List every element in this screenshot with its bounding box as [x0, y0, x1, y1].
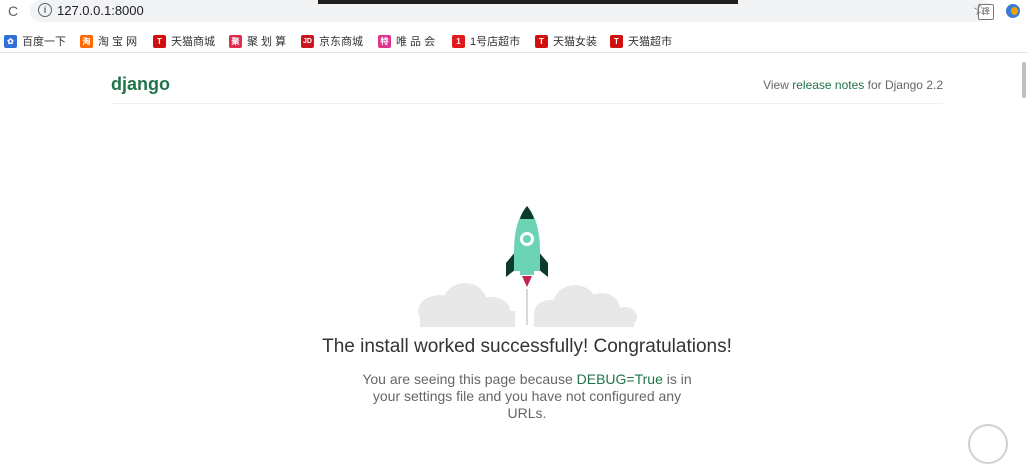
bookmark-juhuasuan[interactable]: 聚 聚 划 算: [229, 33, 286, 49]
bookmark-vip[interactable]: 特 唯 品 会: [378, 33, 435, 49]
success-heading: The install worked successfully! Congrat…: [322, 336, 732, 357]
bookmark-label: 百度一下: [22, 36, 66, 48]
bookmark-label: 1号店超市: [470, 36, 521, 48]
page-content: django View release notes for Django 2.2: [0, 56, 1020, 464]
release-prefix: View: [763, 78, 793, 92]
browser-toolbar: C i 127.0.0.1:8000 译 ☆: [0, 0, 1028, 24]
tmall-women-icon: T: [535, 34, 548, 48]
debug-setting: DEBUG=True: [576, 371, 663, 387]
bookmark-tmall-women[interactable]: T 天猫女装: [535, 33, 597, 49]
bookmark-label: 聚 划 算: [247, 36, 287, 48]
info-icon[interactable]: i: [38, 3, 52, 17]
release-suffix: for Django 2.2: [864, 78, 943, 92]
release-notes-link[interactable]: release notes: [792, 78, 864, 92]
success-description: You are seeing this page because DEBUG=T…: [360, 371, 694, 422]
vip-icon: 特: [378, 34, 391, 48]
overlay-bar: [318, 0, 738, 4]
taobao-icon: 淘: [80, 34, 93, 48]
tmall-market-icon: T: [610, 34, 623, 48]
floating-circle[interactable]: [968, 424, 1008, 464]
bookmark-label: 天猫商城: [171, 36, 215, 48]
bookmark-label: 淘 宝 网: [98, 36, 138, 48]
yhd-icon: 1: [452, 34, 465, 48]
cloud-left: [418, 283, 515, 327]
extension-icon[interactable]: [1006, 4, 1020, 18]
reload-icon[interactable]: C: [4, 2, 22, 20]
desc-prefix: You are seeing this page because: [362, 371, 577, 387]
release-notes-text: View release notes for Django 2.2: [763, 78, 943, 92]
cloud-right: [534, 285, 637, 327]
bookmark-label: 天猫超市: [628, 36, 672, 48]
tmall-icon: T: [153, 34, 166, 48]
bookmark-taobao[interactable]: 淘 淘 宝 网: [80, 33, 137, 49]
jd-icon: JD: [301, 34, 314, 48]
bookmarks-bar: ✿ 百度一下 淘 淘 宝 网 T 天猫商城 聚 聚 划 算 JD 京东商城 特 …: [0, 30, 1028, 53]
bookmark-yhd[interactable]: 1 1号店超市: [452, 33, 520, 49]
rocket-icon: [506, 206, 548, 287]
scrollbar-thumb[interactable]: [1022, 62, 1026, 98]
bookmark-label: 天猫女装: [553, 36, 597, 48]
juhuasuan-icon: 聚: [229, 34, 242, 48]
bookmark-label: 京东商城: [319, 36, 363, 48]
bookmark-label: 唯 品 会: [396, 36, 436, 48]
bookmark-tmall[interactable]: T 天猫商城: [153, 33, 215, 49]
url-text[interactable]: 127.0.0.1:8000: [57, 3, 144, 18]
bookmark-tmall-market[interactable]: T 天猫超市: [610, 33, 672, 49]
bookmark-baidu[interactable]: ✿ 百度一下: [4, 33, 66, 49]
bookmark-jd[interactable]: JD 京东商城: [301, 33, 363, 49]
django-logo[interactable]: django: [111, 74, 170, 95]
rocket-illustration: [418, 206, 637, 327]
scrollbar[interactable]: [1020, 56, 1028, 430]
baidu-icon: ✿: [4, 34, 17, 48]
page-header: django View release notes for Django 2.2: [111, 56, 943, 104]
bookmark-star-icon[interactable]: ☆: [973, 0, 987, 20]
